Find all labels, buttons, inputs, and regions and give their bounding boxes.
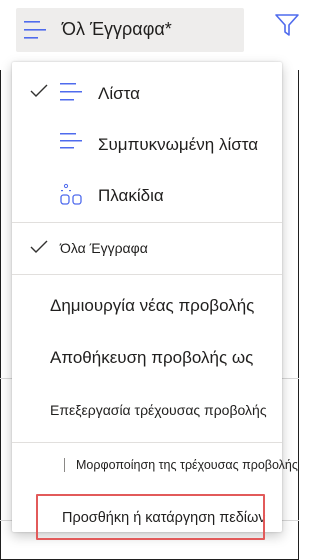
menu-item-label: Λίστα: [98, 84, 140, 103]
menu-divider: [12, 442, 282, 443]
checkmark-icon: [30, 84, 48, 97]
menu-item-view-all-documents[interactable]: Όλα Έγγραφα: [12, 226, 282, 272]
checkmark-icon: [30, 240, 48, 253]
filter-icon[interactable]: [274, 12, 300, 38]
menu-item-label: Πλακίδια: [98, 186, 164, 205]
menu-item-compact-list[interactable]: Συμπυκνωμένη λίστα: [12, 120, 282, 170]
list-view-icon: [24, 21, 46, 39]
separator-tick: [64, 458, 65, 472]
callout-highlight-box: [36, 494, 265, 540]
current-view-title: Όλ Έγγραφα*: [62, 19, 172, 39]
menu-item-label: Μορφοποίηση της τρέχουσας προβολής: [76, 458, 298, 472]
menu-item-label: Επεξεργασία τρέχουσας προβολής: [50, 402, 267, 418]
view-switcher-button[interactable]: Όλ Έγγραφα*: [16, 8, 244, 52]
list-icon: [60, 83, 82, 101]
save-view-as-button[interactable]: Αποθήκευση προβολής ως: [12, 336, 282, 380]
tiles-icon: [60, 183, 82, 205]
menu-divider: [12, 274, 282, 275]
format-current-view-button[interactable]: Μορφοποίηση της τρέχουσας προβολής: [12, 446, 298, 482]
menu-item-label: Αποθήκευση προβολής ως: [50, 348, 254, 367]
menu-item-label: Όλα Έγγραφα: [60, 240, 148, 256]
menu-item-label: Συμπυκνωμένη λίστα: [98, 135, 259, 154]
compact-list-icon: [60, 133, 82, 149]
menu-item-list[interactable]: Λίστα: [12, 68, 282, 120]
menu-divider: [12, 222, 282, 223]
edit-current-view-button[interactable]: Επεξεργασία τρέχουσας προβολής: [12, 390, 282, 432]
menu-item-label: Δημιουργία νέας προβολής: [50, 296, 255, 315]
view-options-menu: Λίστα Συμπυκνωμένη λίστα Πλακίδια Όλα Έγ…: [12, 62, 298, 532]
menu-item-tiles[interactable]: Πλακίδια: [12, 170, 282, 222]
create-view-button[interactable]: Δημιουργία νέας προβολής: [12, 284, 282, 330]
